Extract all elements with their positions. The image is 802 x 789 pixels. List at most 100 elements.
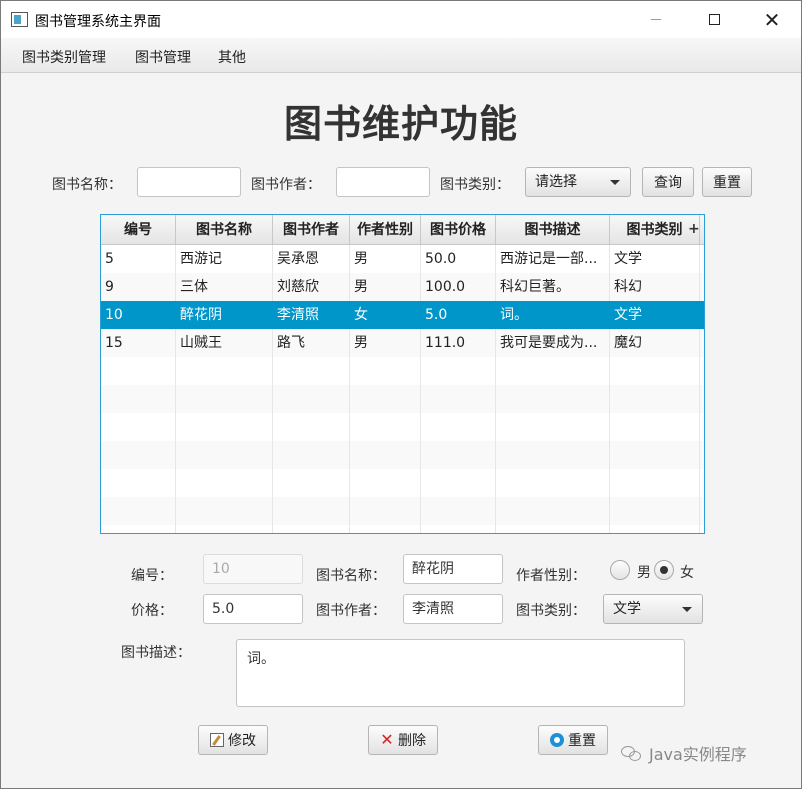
id-field[interactable]: 10 — [203, 554, 303, 584]
desc-label: 图书描述： — [121, 645, 191, 661]
column-header-id[interactable]: 编号 — [101, 215, 176, 245]
id-label: 编号： — [131, 568, 173, 584]
empty-row — [101, 357, 704, 385]
column-header-name[interactable]: 图书名称 — [176, 215, 273, 245]
empty-cell — [610, 525, 700, 533]
empty-cell — [421, 385, 496, 413]
empty-cell — [610, 441, 700, 469]
sex-female-label: 女 — [680, 565, 694, 581]
empty-row — [101, 525, 704, 533]
empty-row — [101, 413, 704, 441]
type-select[interactable]: 文学 — [603, 594, 703, 624]
author-label: 图书作者： — [316, 603, 386, 619]
empty-cell — [176, 525, 273, 533]
cell-author: 吴承恩 — [273, 245, 350, 273]
cell-type: 魔幻 — [610, 329, 700, 357]
empty-cell — [610, 413, 700, 441]
search-author-label: 图书作者： — [251, 177, 321, 193]
query-button[interactable]: 查询 — [642, 167, 694, 197]
table-header: 编号 图书名称 图书作者 作者性别 图书价格 图书描述 图书类别 + — [101, 215, 704, 245]
page-title: 图书维护功能 — [283, 102, 518, 146]
main-window: 图书管理系统主界面 ✕ 图书类别管理 图书管理 其他 图书维护功能 图书名称： … — [0, 0, 802, 789]
cell-price: 50.0 — [421, 245, 496, 273]
cell-id: 9 — [101, 273, 176, 301]
sex-female-radio[interactable] — [654, 560, 674, 580]
cell-name: 山贼王 — [176, 329, 273, 357]
modify-button-label: 修改 — [228, 733, 256, 749]
column-header-author[interactable]: 图书作者 — [273, 215, 350, 245]
sex-male-radio[interactable] — [610, 560, 630, 580]
empty-cell — [273, 525, 350, 533]
column-menu-icon[interactable]: + — [688, 221, 700, 237]
empty-cell — [101, 357, 176, 385]
book-table[interactable]: 编号 图书名称 图书作者 作者性别 图书价格 图书描述 图书类别 + 5 西游记… — [100, 214, 705, 534]
search-name-input[interactable] — [137, 167, 241, 197]
menu-bar: 图书类别管理 图书管理 其他 — [1, 38, 801, 73]
name-field[interactable]: 醉花阴 — [403, 554, 503, 584]
menu-other[interactable]: 其他 — [218, 47, 246, 67]
cell-name: 西游记 — [176, 245, 273, 273]
empty-cell — [350, 525, 421, 533]
cell-id: 5 — [101, 245, 176, 273]
cell-type: 科幻 — [610, 273, 700, 301]
search-author-input[interactable] — [336, 167, 430, 197]
minimize-button[interactable] — [633, 1, 679, 38]
cell-sex: 男 — [350, 273, 421, 301]
cell-sex: 男 — [350, 329, 421, 357]
delete-icon: ✕ — [380, 730, 394, 749]
empty-cell — [101, 469, 176, 497]
empty-row — [101, 441, 704, 469]
close-button[interactable]: ✕ — [749, 1, 795, 38]
empty-cell — [273, 469, 350, 497]
empty-cell — [496, 469, 610, 497]
column-header-desc[interactable]: 图书描述 — [496, 215, 610, 245]
table-row[interactable]: 9 三体 刘慈欣 男 100.0 科幻巨著。 科幻 — [101, 273, 704, 301]
maximize-button[interactable] — [691, 1, 737, 38]
modify-button[interactable]: 修改 — [198, 725, 268, 755]
cell-id: 15 — [101, 329, 176, 357]
empty-cell — [350, 385, 421, 413]
empty-cell — [350, 357, 421, 385]
table-row-selected[interactable]: 10 醉花阴 李清照 女 5.0 词。 文学 — [101, 301, 704, 329]
empty-cell — [496, 413, 610, 441]
refresh-icon — [550, 733, 564, 747]
cell-id: 10 — [101, 301, 176, 329]
empty-cell — [350, 497, 421, 525]
empty-cell — [496, 441, 610, 469]
empty-cell — [421, 413, 496, 441]
column-header-type[interactable]: 图书类别 — [610, 215, 700, 245]
table-row[interactable]: 15 山贼王 路飞 男 111.0 我可是要成为... 魔幻 — [101, 329, 704, 357]
empty-cell — [610, 469, 700, 497]
empty-cell — [101, 413, 176, 441]
empty-cell — [421, 525, 496, 533]
sex-male-label: 男 — [637, 565, 651, 581]
menu-book-management[interactable]: 图书管理 — [135, 47, 191, 67]
cell-desc: 科幻巨著。 — [496, 273, 610, 301]
table-row[interactable]: 5 西游记 吴承恩 男 50.0 西游记是一部... 文学 — [101, 245, 704, 273]
empty-cell — [176, 413, 273, 441]
column-header-price[interactable]: 图书价格 — [421, 215, 496, 245]
column-header-sex[interactable]: 作者性别 — [350, 215, 421, 245]
empty-cell — [101, 497, 176, 525]
cell-desc: 我可是要成为... — [496, 329, 610, 357]
search-type-select[interactable]: 请选择 — [525, 167, 631, 197]
delete-button[interactable]: ✕ 删除 — [368, 725, 438, 755]
empty-cell — [101, 441, 176, 469]
empty-cell — [273, 441, 350, 469]
empty-cell — [273, 357, 350, 385]
search-reset-button[interactable]: 重置 — [702, 167, 752, 197]
search-name-label: 图书名称： — [52, 177, 122, 193]
form-reset-button[interactable]: 重置 — [538, 725, 608, 755]
menu-book-category[interactable]: 图书类别管理 — [22, 47, 106, 67]
empty-cell — [496, 497, 610, 525]
author-field[interactable]: 李清照 — [403, 594, 503, 624]
cell-price: 111.0 — [421, 329, 496, 357]
sex-label: 作者性别： — [516, 568, 586, 584]
empty-cell — [496, 525, 610, 533]
cell-author: 刘慈欣 — [273, 273, 350, 301]
empty-cell — [421, 357, 496, 385]
empty-cell — [176, 441, 273, 469]
price-field[interactable]: 5.0 — [203, 594, 303, 624]
wechat-icon — [621, 744, 643, 762]
desc-textarea[interactable]: 词。 — [236, 639, 685, 707]
